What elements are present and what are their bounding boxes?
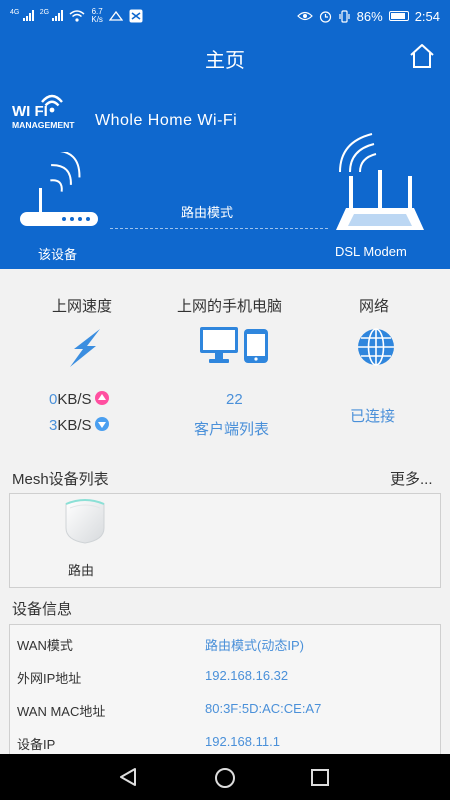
stats-section: 上网速度 0KB/S 3KB/S 上网的手机电脑 22 客户端列表 网络 已连接 (0, 269, 450, 459)
info-value: 路由模式(动态IP) (205, 638, 304, 653)
clients-title: 上网的手机电脑 (177, 298, 283, 315)
mode-label: 路由模式 (181, 205, 234, 220)
mesh-router-icon (65, 499, 105, 544)
status-right: 86% 2:54 (296, 8, 440, 24)
clock-time: 2:54 (414, 8, 440, 24)
info-value: 192.168.11.1 (205, 734, 280, 749)
hero-section: 主页 WI FI MANAGEMENT Whole Home Wi-Fi 该设备… (0, 32, 450, 269)
device-info-table: WAN模式 路由模式(动态IP) 外网IP地址 192.168.16.32 WA… (9, 624, 441, 764)
mesh-device-label: 路由 (68, 563, 95, 578)
wifi-management-logo: WI FI MANAGEMENT (12, 94, 75, 130)
router-icon (20, 152, 98, 226)
info-key: WAN MAC地址 (17, 704, 106, 719)
net-speed-unit: K/s (91, 15, 103, 24)
signal-2g-icon: 2G (40, 9, 64, 24)
globe-icon (358, 328, 394, 366)
mesh-device-item[interactable]: 路由 (58, 494, 114, 588)
nav-home-icon[interactable] (214, 767, 236, 789)
info-row: WAN MAC地址 80:3F:5D:AC:CE:A7 (10, 693, 440, 725)
page-title: 主页 (205, 50, 245, 72)
modem-label: DSL Modem (335, 244, 407, 259)
upload-speed: 0KB/S (49, 391, 109, 408)
back-icon[interactable] (118, 767, 138, 787)
clients-count: 22 (226, 391, 243, 408)
net-speed-indicator: 6.7 K/s (91, 8, 103, 24)
info-row: WAN模式 路由模式(动态IP) (10, 627, 440, 659)
eye-icon (296, 11, 313, 21)
modem-icon (336, 133, 424, 230)
info-key: 设备IP (17, 737, 56, 752)
mesh-more-link[interactable]: 更多... (390, 468, 433, 489)
notification-icon (108, 10, 123, 21)
mesh-list-title: Mesh设备列表 (12, 471, 109, 488)
info-row: 外网IP地址 192.168.16.32 (10, 660, 440, 692)
download-arrow-icon (94, 417, 109, 432)
connection-line (110, 228, 328, 229)
network-status: 已连接 (350, 408, 396, 425)
status-left: 4G 2G 6.7 K/s (10, 8, 143, 24)
upload-speed-unit: KB/S (57, 391, 92, 408)
net-2g-label: 2G (39, 8, 50, 16)
brand-name: Whole Home Wi-Fi (95, 112, 238, 129)
info-value: 192.168.16.32 (205, 668, 289, 683)
recent-apps-icon[interactable] (311, 769, 329, 786)
system-nav-bar (0, 754, 450, 800)
info-key: 外网IP地址 (17, 671, 82, 686)
devices-icon[interactable] (200, 327, 272, 365)
speed-title: 上网速度 (52, 298, 113, 315)
battery-icon (388, 11, 409, 21)
logo-line2: MANAGEMENT (12, 120, 75, 130)
signal-4g-icon: 4G (10, 9, 34, 24)
upload-arrow-icon (94, 391, 109, 406)
info-value: 80:3F:5D:AC:CE:A7 (205, 701, 322, 716)
download-speed-unit: KB/S (57, 417, 92, 434)
lightning-icon (70, 329, 100, 367)
alarm-icon (319, 10, 331, 23)
device-info-title: 设备信息 (12, 601, 73, 618)
vibrate-icon (339, 9, 350, 23)
download-speed: 3KB/S (49, 417, 109, 434)
net-4g-label: 4G (10, 8, 20, 16)
mesh-device-list: 路由 (9, 493, 441, 588)
app-notification-icon (129, 9, 143, 23)
network-title: 网络 (359, 298, 390, 315)
status-bar: 4G 2G 6.7 K/s 86% 2:54 (0, 0, 450, 32)
logo-line1: WI FI (12, 103, 48, 120)
home-icon[interactable] (408, 42, 436, 70)
wifi-status-icon (69, 10, 85, 22)
client-list-link[interactable]: 客户端列表 (194, 418, 269, 439)
device-label: 该设备 (38, 247, 78, 262)
battery-percent: 86% (356, 8, 383, 24)
info-key: WAN模式 (17, 638, 73, 653)
